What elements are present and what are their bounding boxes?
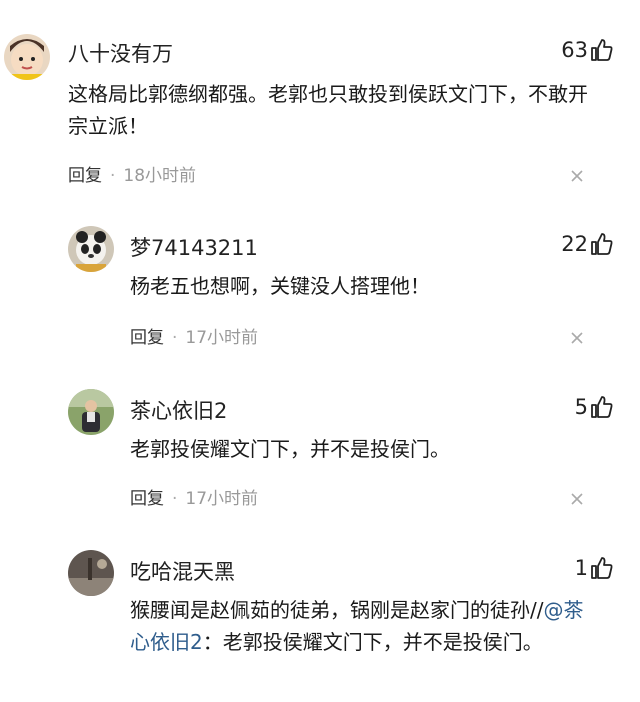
- timestamp: 18小时前: [123, 166, 197, 186]
- separator-dot: ·: [172, 328, 178, 348]
- separator-dot: ·: [172, 489, 178, 509]
- close-icon[interactable]: [570, 492, 584, 506]
- username[interactable]: 八十没有万: [68, 38, 173, 68]
- username[interactable]: 茶心依旧2: [130, 395, 227, 425]
- comment-item: 八十没有万 63 这格局比郭德纲都强。老郭也只敢投到侯跃文门下，不敢开宗立派！ …: [0, 0, 640, 200]
- comment-text: 猴腰闻是赵佩茹的徒弟，锅刚是赵家门的徒孙//@茶心依旧2：老郭投侯耀文门下，并不…: [130, 594, 600, 658]
- thumbs-up-icon[interactable]: [590, 395, 614, 419]
- reply-button[interactable]: 回复: [130, 328, 164, 348]
- quoted-comment-text: ：老郭投侯耀文门下，并不是投侯门。: [202, 630, 543, 654]
- reply-item: 吃哈混天黑 1 猴腰闻是赵佩茹的徒弟，锅刚是赵家门的徒孙//@茶心依旧2：老郭投…: [0, 530, 640, 702]
- close-icon[interactable]: [570, 331, 584, 345]
- like-count: 1: [574, 556, 588, 580]
- comment-text: 杨老五也想啊，关键没人搭理他！: [130, 274, 430, 298]
- username[interactable]: 梦74143211: [130, 232, 258, 262]
- comment-meta: 回复 · 17小时前: [130, 323, 259, 348]
- avatar[interactable]: [68, 226, 114, 272]
- reply-item: 梦74143211 22 杨老五也想啊，关键没人搭理他！ 回复 · 17小时前: [0, 200, 640, 365]
- like-count: 22: [561, 232, 588, 256]
- thumbs-up-icon[interactable]: [590, 232, 614, 256]
- separator-dot: ·: [110, 166, 116, 186]
- timestamp: 17小时前: [185, 489, 259, 509]
- avatar[interactable]: [4, 34, 50, 80]
- thumbs-up-icon[interactable]: [590, 38, 614, 62]
- avatar[interactable]: [68, 389, 114, 435]
- thumbs-up-icon[interactable]: [590, 556, 614, 580]
- avatar[interactable]: [68, 550, 114, 596]
- reply-item: 茶心依旧2 5 老郭投侯耀文门下，并不是投侯门。 回复 · 17小时前: [0, 365, 640, 530]
- like-count: 5: [574, 395, 588, 419]
- comment-text-main: 猴腰闻是赵佩茹的徒弟，锅刚是赵家门的徒孙//: [130, 598, 544, 622]
- comment-text: 这格局比郭德纲都强。老郭也只敢投到侯跃文门下，不敢开宗立派！: [68, 82, 588, 138]
- reply-button[interactable]: 回复: [68, 166, 102, 186]
- reply-button[interactable]: 回复: [130, 489, 164, 509]
- username[interactable]: 吃哈混天黑: [130, 556, 235, 586]
- comment-meta: 回复 · 18小时前: [68, 161, 197, 186]
- like-count: 63: [561, 38, 588, 62]
- comment-meta: 回复 · 17小时前: [130, 484, 259, 509]
- timestamp: 17小时前: [185, 328, 259, 348]
- comment-text: 老郭投侯耀文门下，并不是投侯门。: [130, 437, 450, 461]
- close-icon[interactable]: [570, 169, 584, 183]
